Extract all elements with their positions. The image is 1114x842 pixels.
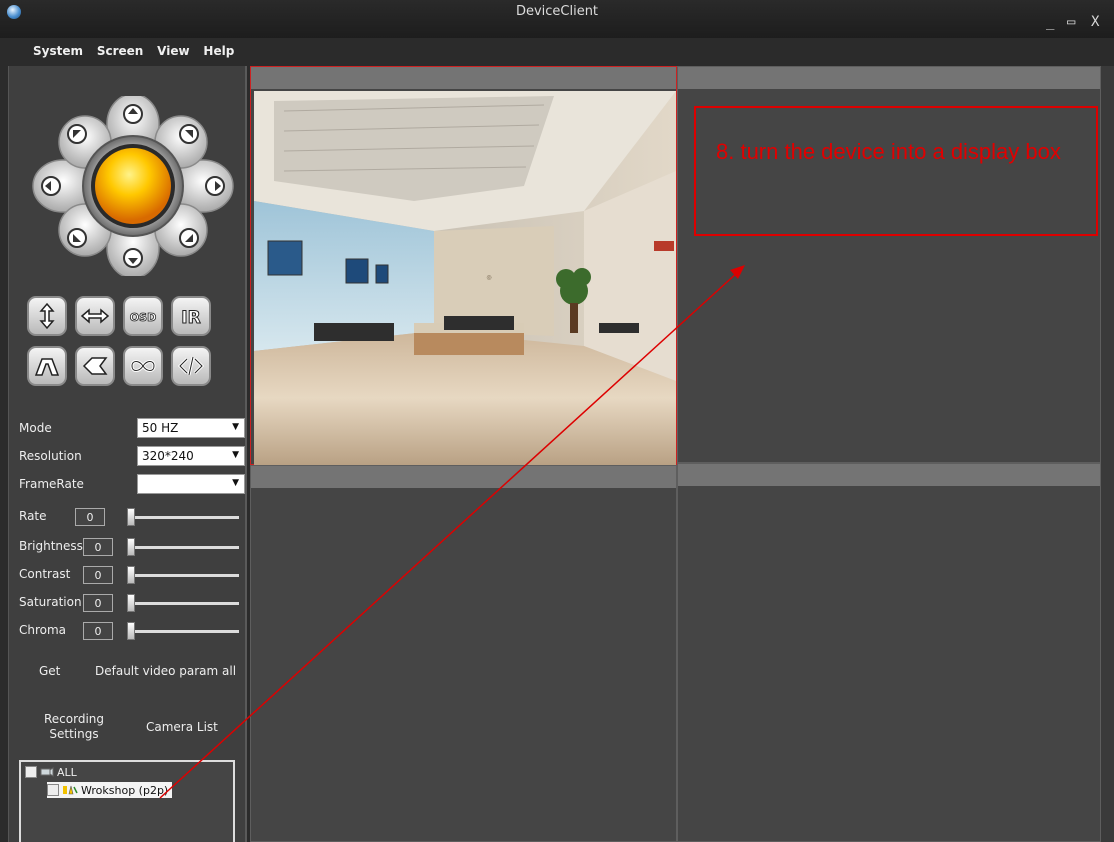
resolution-select[interactable]: 320*240 ▼ bbox=[137, 446, 245, 466]
video-pane-4[interactable] bbox=[677, 463, 1101, 842]
chevron-down-icon: ▼ bbox=[232, 450, 239, 460]
brightness-slider-track[interactable] bbox=[131, 546, 239, 549]
camera-status-icon bbox=[63, 785, 78, 795]
menu-screen[interactable]: Screen bbox=[97, 44, 144, 58]
title-bar: DeviceClient _ ▭ X bbox=[0, 0, 1114, 38]
rate-slider-track[interactable] bbox=[131, 516, 239, 519]
camera-group-icon bbox=[40, 767, 54, 777]
menu-bar: System Screen View Help bbox=[0, 38, 1114, 66]
contrast-label: Contrast bbox=[19, 567, 71, 581]
osd-label: OSD bbox=[130, 311, 156, 324]
pane-header bbox=[678, 67, 1100, 89]
recording-settings-button[interactable]: Recording Settings bbox=[39, 712, 109, 742]
ir-label: IR bbox=[181, 308, 200, 328]
contrast-slider-handle[interactable] bbox=[127, 566, 135, 584]
annotation-box: 8. turn the device into a display box bbox=[694, 106, 1098, 236]
svg-text:◎: ◎ bbox=[486, 274, 491, 281]
mode-label: Mode bbox=[19, 421, 52, 435]
chroma-value[interactable]: 0 bbox=[83, 622, 113, 640]
default-video-param-all-button[interactable]: Default video param all bbox=[95, 664, 236, 678]
brightness-label: Brightness bbox=[19, 539, 83, 553]
close-button[interactable]: X bbox=[1091, 14, 1099, 30]
zoom-out-icon[interactable] bbox=[75, 346, 115, 386]
chevron-down-icon: ▼ bbox=[232, 478, 239, 488]
patrol-icon[interactable] bbox=[123, 346, 163, 386]
control-panel: OSD IR Mode 50 HZ ▼ Resolution 320*240 ▼ bbox=[8, 66, 247, 842]
resolution-label: Resolution bbox=[19, 449, 82, 463]
saturation-label: Saturation bbox=[19, 595, 82, 609]
camera-list-button[interactable]: Camera List bbox=[146, 720, 218, 734]
recording-settings-label-1: Recording bbox=[43, 712, 105, 726]
chevron-down-icon: ▼ bbox=[232, 422, 239, 432]
mode-value: 50 HZ bbox=[142, 421, 179, 435]
pane-header bbox=[251, 466, 676, 488]
brightness-row: Brightness 0 bbox=[19, 536, 241, 558]
recording-settings-label-2: Settings bbox=[49, 727, 99, 741]
brightness-value[interactable]: 0 bbox=[83, 538, 113, 556]
flip-vertical-icon[interactable] bbox=[27, 296, 67, 336]
get-button[interactable]: Get bbox=[39, 664, 60, 678]
camera-live-image: ◎ bbox=[254, 91, 676, 465]
video-pane-1[interactable]: ◎ bbox=[250, 66, 677, 465]
device-tree: ALL Wrokshop (p2p) bbox=[19, 760, 235, 842]
framerate-row: FrameRate ▼ bbox=[19, 474, 245, 496]
checkbox[interactable] bbox=[47, 784, 59, 796]
minimize-button[interactable]: _ bbox=[1046, 14, 1054, 30]
saturation-slider-handle[interactable] bbox=[127, 594, 135, 612]
ir-icon[interactable]: IR bbox=[171, 296, 211, 336]
resolution-row: Resolution 320*240 ▼ bbox=[19, 446, 245, 468]
brightness-slider-handle[interactable] bbox=[127, 538, 135, 556]
video-pane-3[interactable] bbox=[250, 465, 677, 842]
contrast-slider-track[interactable] bbox=[131, 574, 239, 577]
menu-system[interactable]: System bbox=[33, 44, 83, 58]
ptz-buttons-row-1: OSD IR bbox=[27, 296, 211, 336]
rate-row: Rate 0 bbox=[19, 506, 241, 528]
chroma-label: Chroma bbox=[19, 623, 67, 637]
tree-item-all-label: ALL bbox=[57, 765, 77, 779]
tree-item-all[interactable]: ALL bbox=[25, 764, 77, 780]
menu-help[interactable]: Help bbox=[203, 44, 234, 58]
rate-slider-handle[interactable] bbox=[127, 508, 135, 526]
osd-icon[interactable]: OSD bbox=[123, 296, 163, 336]
annotation-text: 8. turn the device into a display box bbox=[716, 139, 1061, 164]
resolution-value: 320*240 bbox=[142, 449, 194, 463]
ptz-buttons-row-2 bbox=[27, 346, 211, 386]
contrast-value[interactable]: 0 bbox=[83, 566, 113, 584]
maximize-button[interactable]: ▭ bbox=[1067, 14, 1075, 30]
ptz-direction-pad bbox=[32, 96, 234, 276]
framerate-select[interactable]: ▼ bbox=[137, 474, 245, 494]
saturation-value[interactable]: 0 bbox=[83, 594, 113, 612]
tree-item-device[interactable]: Wrokshop (p2p) bbox=[47, 782, 173, 798]
chroma-row: Chroma 0 bbox=[19, 620, 241, 642]
chroma-slider-track[interactable] bbox=[131, 630, 239, 633]
menu-view[interactable]: View bbox=[157, 44, 189, 58]
saturation-row: Saturation 0 bbox=[19, 592, 241, 614]
contrast-row: Contrast 0 bbox=[19, 564, 241, 586]
mode-row: Mode 50 HZ ▼ bbox=[19, 418, 245, 440]
framerate-label: FrameRate bbox=[19, 477, 84, 491]
pane-header bbox=[251, 67, 676, 89]
mode-select[interactable]: 50 HZ ▼ bbox=[137, 418, 245, 438]
rate-value[interactable]: 0 bbox=[75, 508, 105, 526]
flip-horizontal-icon[interactable] bbox=[75, 296, 115, 336]
zoom-in-icon[interactable] bbox=[27, 346, 67, 386]
pane-header bbox=[678, 464, 1100, 486]
rate-label: Rate bbox=[19, 509, 47, 523]
code-icon[interactable] bbox=[171, 346, 211, 386]
saturation-slider-track[interactable] bbox=[131, 602, 239, 605]
window-title: DeviceClient bbox=[515, 4, 599, 19]
checkbox[interactable] bbox=[25, 766, 37, 778]
chroma-slider-handle[interactable] bbox=[127, 622, 135, 640]
grid-edge bbox=[1101, 66, 1114, 842]
tree-item-device-label: Wrokshop (p2p) bbox=[81, 783, 169, 797]
